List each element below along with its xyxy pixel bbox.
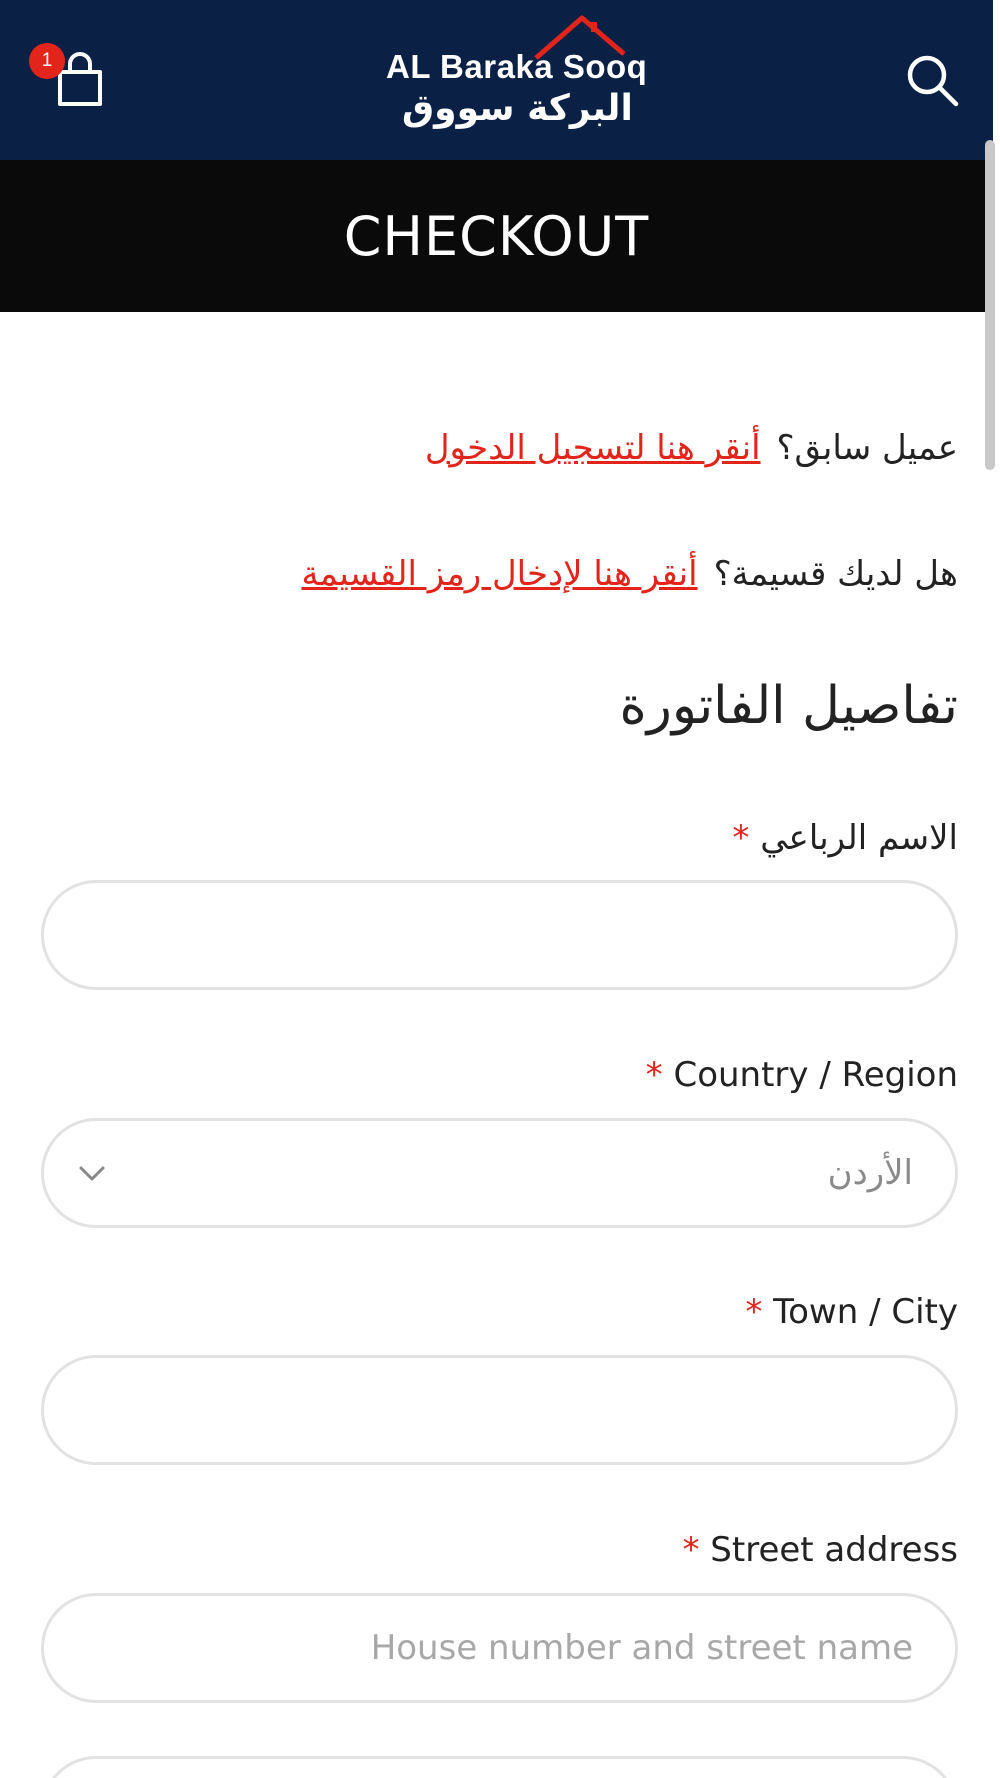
required-mark: * — [645, 1055, 663, 1095]
street-address-label-text: Street address — [710, 1530, 958, 1570]
logo-text-en: AL Baraka Sooq — [386, 48, 648, 85]
city-input[interactable] — [41, 1355, 958, 1465]
full-name-input[interactable] — [41, 880, 958, 990]
coupon-link[interactable]: أنقر هنا لإدخال رمز القسيمة — [301, 554, 697, 594]
coupon-notice: هل لديك قسيمة؟ أنقر هنا لإدخال رمز القسيم… — [301, 554, 958, 594]
street-address-input[interactable]: House number and street name — [41, 1593, 958, 1703]
street-address-label: * Street address — [682, 1530, 958, 1570]
coupon-text: هل لديك قسيمة؟ — [713, 554, 958, 594]
country-label: * Country / Region — [646, 1055, 958, 1095]
site-logo[interactable]: AL Baraka Sooq البركة سووق — [380, 14, 647, 146]
returning-customer-text: عميل سابق؟ — [776, 428, 958, 468]
logo-text-ar: البركة سووق — [402, 88, 633, 129]
chevron-down-icon — [79, 1166, 105, 1181]
billing-details-heading: تفاصيل الفاتورة — [619, 676, 958, 736]
returning-customer-notice: عميل سابق؟ أنقر هنا لتسجيل الدخول — [425, 428, 958, 468]
page-title: CHECKOUT — [343, 204, 650, 268]
full-name-label-text: الاسم الرباعي — [760, 818, 958, 858]
country-label-text: Country / Region — [673, 1055, 958, 1095]
cart-count-badge: 1 — [29, 43, 65, 79]
country-selected-value: الأردن — [827, 1153, 913, 1193]
street-address-placeholder: House number and street name — [370, 1628, 913, 1668]
login-link[interactable]: أنقر هنا لتسجيل الدخول — [425, 428, 761, 468]
country-select[interactable]: الأردن — [41, 1118, 958, 1228]
city-label: * Town / City — [745, 1292, 958, 1332]
page-banner: CHECKOUT — [0, 160, 993, 312]
city-label-text: Town / City — [773, 1292, 958, 1332]
search-icon — [907, 55, 959, 107]
required-mark: * — [745, 1292, 763, 1332]
full-name-label: الاسم الرباعي * — [732, 818, 958, 858]
required-mark: * — [732, 818, 750, 858]
street-address-line-2-input[interactable] — [41, 1756, 958, 1778]
search-button[interactable] — [904, 52, 960, 108]
required-mark: * — [682, 1530, 700, 1570]
site-header: 1 AL Baraka Sooq البركة سووق — [0, 0, 993, 160]
scrollbar[interactable] — [985, 140, 995, 470]
